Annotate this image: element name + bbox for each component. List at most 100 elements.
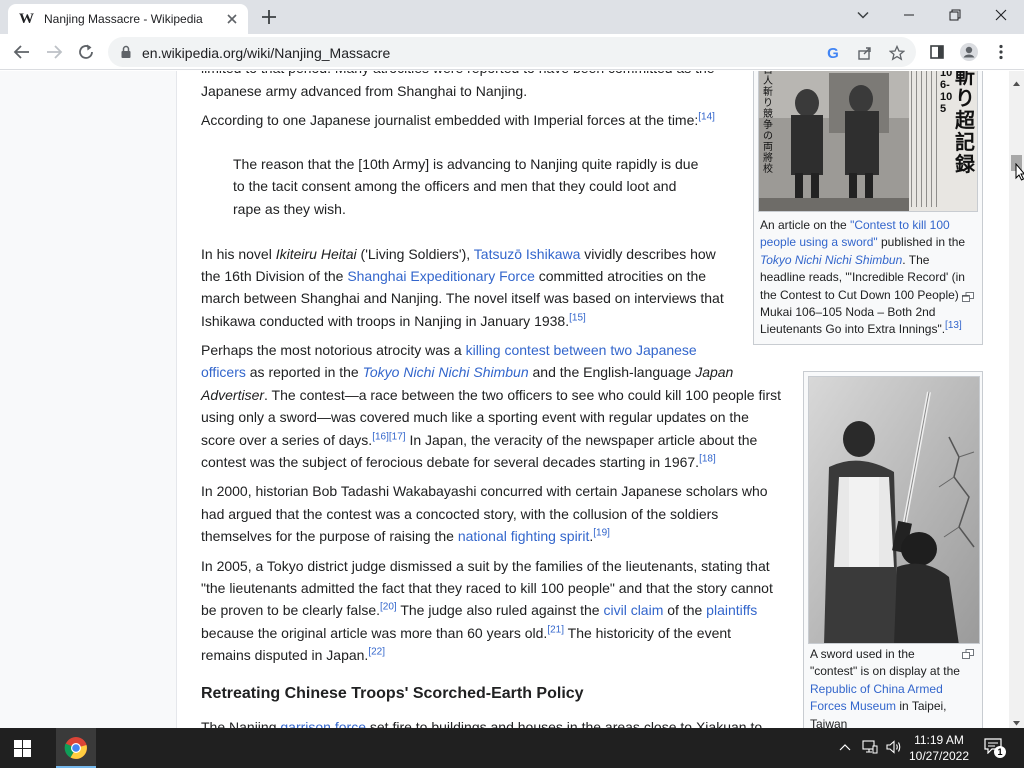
figure-caption: An article on the "Contest to kill 100 p… (760, 217, 980, 339)
windows-start-icon[interactable] (14, 740, 31, 762)
paragraph-line: be proven to be clearly false.[20] The j… (201, 599, 757, 622)
text: and the English-language (528, 364, 696, 380)
tab-search-chevron-down-icon[interactable] (840, 0, 886, 30)
link-killing-contest-cont[interactable]: officers (201, 364, 246, 380)
ref-18[interactable]: [18] (699, 453, 716, 464)
ref-22[interactable]: [22] (368, 646, 385, 657)
link-garrison-force[interactable]: garrison force (280, 719, 366, 728)
paragraph-line: using only a sword—was covered much like… (201, 409, 749, 425)
network-icon[interactable] (862, 740, 878, 759)
paragraph-line: contest was the subject of ferocious deb… (201, 451, 716, 474)
link-national-fighting-spirit[interactable]: national fighting spirit (458, 528, 590, 544)
side-panel-icon[interactable] (926, 41, 948, 63)
share-icon[interactable] (856, 44, 874, 62)
newspaper-headline-numbers: 106-105 (940, 71, 953, 115)
figure-caption: A sword used in the "contest" is on disp… (810, 646, 978, 728)
text: the 16th Division of the (201, 268, 348, 284)
volume-icon[interactable] (886, 740, 902, 759)
paragraph-line: officers as reported in the Tokyo Nichi … (201, 361, 733, 384)
restore-button[interactable] (932, 0, 978, 30)
ref-16[interactable]: [16] (372, 431, 389, 442)
text: ('Living Soldiers'), (356, 246, 474, 262)
close-window-button[interactable] (978, 0, 1024, 30)
new-tab-button[interactable] (258, 6, 280, 28)
ref-14[interactable]: [14] (698, 111, 715, 122)
link-contest-kill-100-cont[interactable]: people using a sword" (760, 235, 878, 249)
close-tab-icon[interactable] (223, 10, 241, 28)
show-hidden-icons-chevron-up-icon[interactable] (839, 741, 851, 759)
lock-icon[interactable] (120, 45, 132, 64)
text: be proven to be clearly false. (201, 602, 380, 618)
link-tatsuzo-ishikawa[interactable]: Tatsuzō Ishikawa (474, 246, 581, 262)
text: remains disputed in Japan. (201, 647, 369, 663)
link-tokyo-nichi-nichi-caption[interactable]: Tokyo Nichi Nichi Shimbun (760, 253, 902, 267)
link-contest-kill-100[interactable]: "Contest to kill 100 (850, 218, 950, 232)
text: vividly describes how (580, 246, 716, 262)
google-icon[interactable]: G (824, 44, 842, 62)
text: Taiwan (810, 716, 848, 728)
text: themselves for the purpose of raising th… (201, 528, 458, 544)
text: in Taipei, (896, 699, 947, 714)
newspaper-title: Japan (695, 364, 734, 380)
bookmark-star-icon[interactable] (888, 44, 906, 62)
tab-wikipedia[interactable]: W Nanjing Massacre - Wikipedia (8, 4, 248, 34)
paragraph-line: Perhaps the most notorious atrocity was … (201, 339, 697, 362)
sword-image[interactable] (808, 376, 980, 644)
scroll-down-arrow-icon[interactable] (1012, 715, 1021, 726)
reload-icon[interactable] (75, 41, 97, 63)
notification-center-button[interactable]: 1 (984, 738, 1006, 758)
url-text[interactable]: en.wikipedia.org/wiki/Nanjing_Massacre (142, 45, 390, 61)
text: "contest" is on display at the (810, 664, 960, 679)
text: contest was the subject of ferocious deb… (201, 454, 700, 470)
address-bar[interactable]: en.wikipedia.org/wiki/Nanjing_Massacre G (108, 37, 916, 67)
scroll-up-arrow-icon[interactable] (1012, 75, 1021, 86)
clock-date: 10/27/2022 (908, 749, 970, 763)
link-tokyo-nichi-nichi[interactable]: Tokyo Nichi Nichi Shimbun (363, 364, 529, 380)
ref-15[interactable]: [15] (569, 312, 586, 323)
taskbar-chrome-button[interactable] (56, 728, 96, 768)
ref-17[interactable]: [17] (389, 431, 406, 442)
paragraph-line: In his novel Ikiteiru Heitai ('Living So… (201, 243, 716, 266)
ref-19[interactable]: [19] (593, 527, 610, 538)
paragraph-line: "the lieutenants admitted the fact that … (201, 580, 773, 596)
ref-21[interactable]: [21] (547, 624, 564, 635)
clock-time: 11:19 AM (914, 733, 964, 747)
text: headline reads, "'Incredible Record' (in (760, 270, 965, 285)
paragraph-line: Advertiser. The contest—a race between t… (201, 384, 781, 407)
blockquote-line-3: rape as they wish. (233, 201, 346, 217)
text: The Nanjing (201, 719, 281, 728)
wikipedia-favicon-icon: W (19, 11, 34, 27)
profile-avatar-icon[interactable] (958, 41, 980, 63)
forward-arrow-icon[interactable] (43, 41, 65, 63)
link-plaintiffs[interactable]: plaintiffs (706, 602, 757, 618)
text: score over a series of days. (201, 432, 373, 448)
text: In Japan, the veracity of the newspaper … (405, 432, 758, 448)
minimize-button[interactable] (886, 0, 932, 30)
back-arrow-icon[interactable] (11, 41, 33, 63)
text: published in the (877, 235, 966, 250)
menu-kebab-icon[interactable] (990, 41, 1012, 63)
newspaper-body-text (911, 71, 937, 207)
text: set fire to buildings and houses in the … (365, 719, 763, 728)
link-forces-museum[interactable]: Forces Museum (810, 699, 896, 713)
figure-newspaper: 百人斬り競争の両將校 斬り超記録 106-105 An article on t… (753, 71, 983, 345)
browser-toolbar: en.wikipedia.org/wiki/Nanjing_Massacre G (0, 34, 1024, 70)
link-civil-claim[interactable]: civil claim (603, 602, 663, 618)
link-killing-contest[interactable]: killing contest between two Japanese (466, 342, 697, 358)
link-roc-armed-forces-museum[interactable]: Republic of China Armed (810, 682, 943, 696)
tab-title: Nanjing Massacre - Wikipedia (44, 12, 203, 26)
newspaper-headline-small: 百人斬り競争の両將校 (763, 71, 773, 175)
link-shanghai-expeditionary-force[interactable]: Shanghai Expeditionary Force (347, 268, 535, 284)
paragraph-line: remains disputed in Japan.[22] (201, 644, 385, 667)
paragraph-line: Ishikawa conducted with troops in Nanjin… (201, 310, 586, 333)
newspaper-image[interactable]: 百人斬り競争の両將校 斬り超記録 106-105 (758, 71, 978, 212)
paragraph-fragment-top: limited to that period. Many atrocities … (201, 71, 715, 80)
paragraph-line: Japanese army advanced from Shanghai to … (201, 83, 528, 99)
text: because the original article was more th… (201, 625, 548, 641)
ref-13[interactable]: [13] (945, 320, 962, 331)
text: Ishikawa conducted with troops in Nanjin… (201, 313, 570, 329)
ref-20[interactable]: [20] (380, 601, 397, 612)
officers-photo-image (759, 71, 909, 211)
clock[interactable]: 11:19 AM 10/27/2022 (906, 732, 972, 764)
text: Lieutenants Go into Extra Innings". (760, 322, 946, 337)
